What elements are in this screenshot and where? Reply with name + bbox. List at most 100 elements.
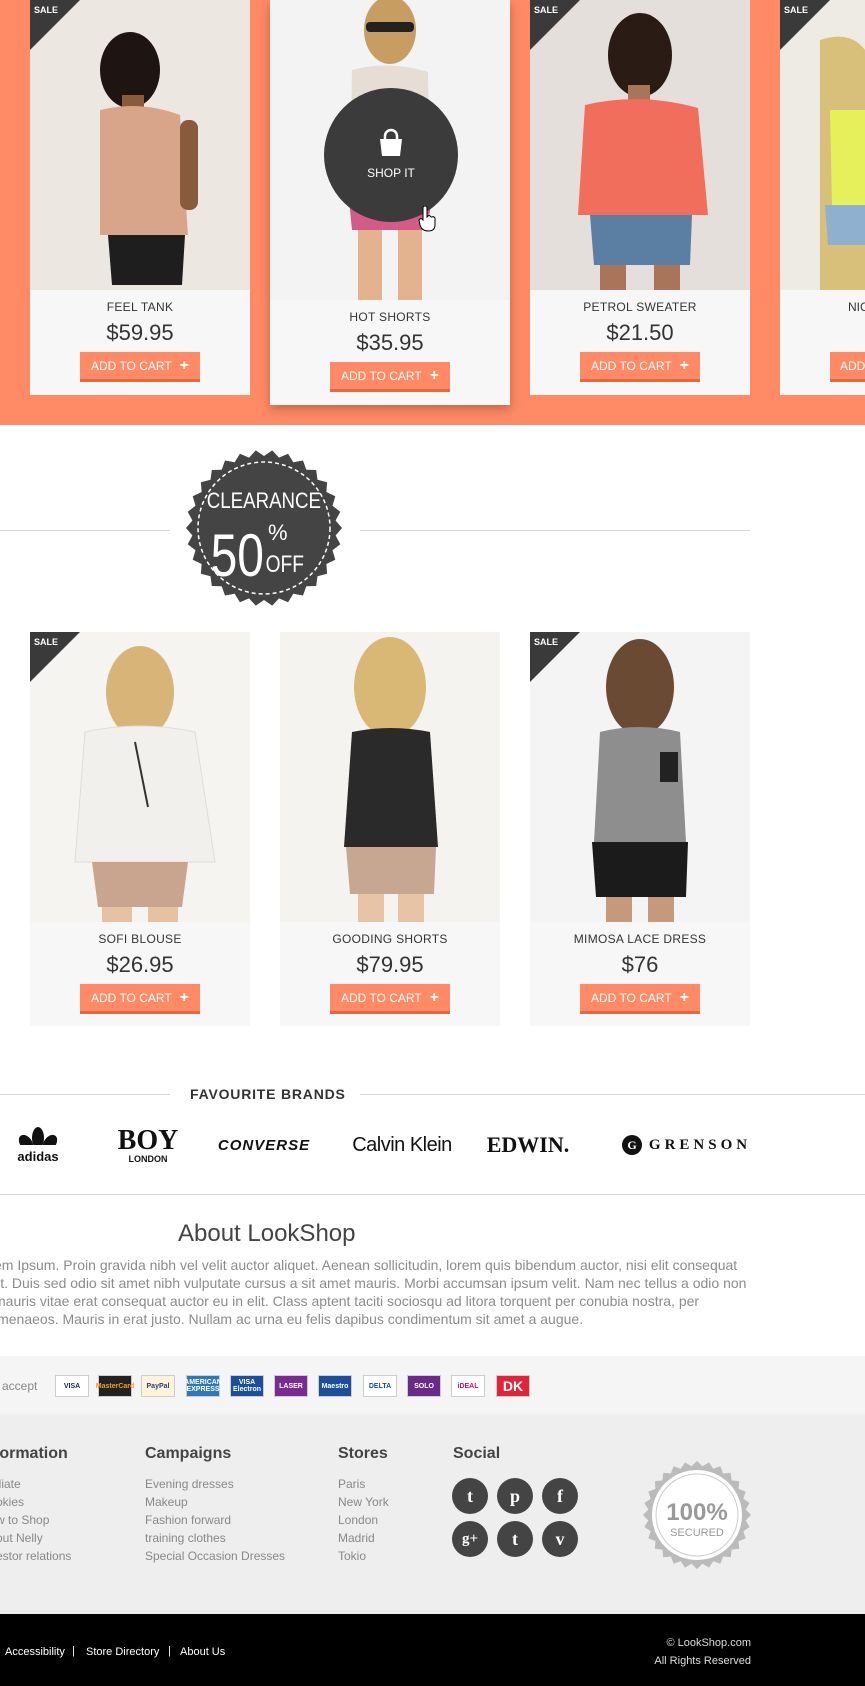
product-photo[interactable] bbox=[280, 632, 500, 922]
product-card-petrol-sweater[interactable]: SALE PETROL SWEATER $21.50 ADD TO CART + bbox=[530, 0, 750, 395]
product-name: GOODING SHORTS bbox=[332, 932, 448, 946]
clearance-off: OFF bbox=[266, 550, 304, 578]
add-to-cart-label: ADD TO CART bbox=[590, 358, 672, 373]
product-price: $35.95 bbox=[356, 330, 424, 355]
brand-logo-converse[interactable]: CONVERSE bbox=[218, 1122, 310, 1168]
paypal-icon: PayPal bbox=[141, 1375, 175, 1397]
add-to-cart-label: ADD TO CART bbox=[340, 368, 422, 383]
london-wordmark: LONDON bbox=[128, 1153, 168, 1164]
product-card-mimosa-lace-dress[interactable]: SALE MIMOSA LACE DRESS $76 ADD TO CART + bbox=[530, 632, 750, 1026]
add-to-cart-button[interactable]: ADD TO CART + bbox=[330, 362, 450, 392]
plus-icon: + bbox=[679, 988, 690, 1006]
product-name: MIMOSA LACE DRESS bbox=[573, 932, 707, 946]
product-price: $26.95 bbox=[106, 952, 174, 977]
footer-link[interactable]: estor relations bbox=[0, 1549, 71, 1563]
payment-label: e accept bbox=[0, 1379, 38, 1393]
visa-electron-icon: VISA Electron bbox=[230, 1375, 264, 1397]
product-price: $21.50 bbox=[606, 320, 674, 345]
about-text: em Ipsum. Proin gravida nibh vel velit a… bbox=[0, 1257, 747, 1327]
clearance-word: CLEARANCE bbox=[207, 490, 321, 514]
footer-link[interactable]: training clothes bbox=[145, 1531, 226, 1545]
pinterest-icon[interactable]: p bbox=[497, 1478, 533, 1514]
footer-link[interactable]: London bbox=[338, 1513, 378, 1527]
boy-wordmark: BOY bbox=[117, 1124, 179, 1156]
product-name: NIC bbox=[848, 300, 865, 314]
add-to-cart-button[interactable]: ADD bbox=[830, 352, 865, 382]
product-price: $76 bbox=[621, 952, 659, 977]
copyright: © LookShop.com bbox=[666, 1637, 751, 1649]
divider-line bbox=[360, 530, 750, 531]
footer-link[interactable]: Paris bbox=[338, 1477, 365, 1491]
footer-link[interactable]: Fashion forward bbox=[145, 1513, 231, 1527]
link-separator: | bbox=[72, 1645, 75, 1657]
plus-icon: + bbox=[429, 988, 440, 1006]
secured-percent: 100% bbox=[666, 1499, 727, 1526]
footer-link[interactable]: iliate bbox=[0, 1477, 21, 1491]
footer-link[interactable]: Evening dresses bbox=[145, 1477, 234, 1491]
brand-logo-adidas[interactable]: adidas bbox=[8, 1122, 68, 1168]
clearance-percent: % bbox=[268, 520, 288, 545]
product-card-sofi-blouse[interactable]: SALE SOFI BLOUSE $26.95 ADD TO CART + bbox=[30, 632, 250, 1026]
product-name: SOFI BLOUSE bbox=[98, 932, 182, 946]
add-to-cart-button[interactable]: ADD TO CART + bbox=[80, 984, 200, 1014]
footer-link[interactable]: okies bbox=[0, 1495, 24, 1509]
tumblr-icon[interactable]: t bbox=[497, 1521, 533, 1557]
secured-seal: 100% SECURED bbox=[642, 1460, 752, 1570]
brand-logo-calvin-klein[interactable]: Calvin Klein bbox=[350, 1122, 454, 1168]
footer-link[interactable]: Tokio bbox=[338, 1549, 366, 1563]
facebook-icon[interactable]: f bbox=[542, 1478, 578, 1514]
footer-link[interactable]: New York bbox=[338, 1495, 389, 1509]
footer-link[interactable]: out Nelly bbox=[0, 1531, 43, 1545]
add-to-cart-button[interactable]: ADD TO CART + bbox=[580, 984, 700, 1014]
footer-link[interactable]: Makeup bbox=[145, 1495, 188, 1509]
footer-link[interactable]: Special Occasion Dresses bbox=[145, 1549, 285, 1563]
google-plus-icon[interactable]: g+ bbox=[452, 1521, 488, 1557]
sale-corner: SALE bbox=[530, 632, 580, 682]
solo-icon: SOLO bbox=[407, 1375, 441, 1397]
store-directory-link[interactable]: Store Directory bbox=[86, 1646, 159, 1658]
brand-logo-edwin[interactable]: EDWIN. bbox=[487, 1122, 570, 1168]
product-card-partial[interactable]: SALE NIC ADD bbox=[780, 0, 865, 395]
adidas-trefoil-icon bbox=[16, 1126, 60, 1149]
accessibility-link[interactable]: Accessibility bbox=[5, 1646, 65, 1658]
shop-it-button[interactable]: SHOP IT bbox=[324, 88, 458, 222]
clearance-amount: 50 bbox=[211, 522, 264, 589]
add-to-cart-label: ADD TO CART bbox=[340, 990, 422, 1005]
footer-link[interactable]: Madrid bbox=[338, 1531, 375, 1545]
sale-corner: SALE bbox=[780, 0, 830, 50]
shop-it-label: SHOP IT bbox=[367, 166, 415, 180]
mastercard-icon: MasterCard bbox=[96, 1375, 134, 1397]
plus-icon: + bbox=[179, 356, 190, 374]
sale-corner: SALE bbox=[30, 632, 80, 682]
svg-text:G: G bbox=[627, 1138, 636, 1152]
ideal-icon: iDEAL bbox=[451, 1375, 485, 1397]
twitter-icon[interactable]: t bbox=[452, 1478, 488, 1514]
footer-link[interactable]: w to Shop bbox=[0, 1513, 49, 1527]
plus-icon: + bbox=[179, 988, 190, 1006]
sale-corner: SALE bbox=[530, 0, 580, 50]
product-card-gooding-shorts[interactable]: GOODING SHORTS $79.95 ADD TO CART + bbox=[280, 632, 500, 1026]
footer-heading-campaigns: Campaigns bbox=[145, 1445, 232, 1462]
product-name: FEEL TANK bbox=[106, 300, 174, 314]
divider-line bbox=[0, 1194, 865, 1195]
vimeo-icon[interactable]: v bbox=[542, 1521, 578, 1557]
divider-line bbox=[360, 1094, 865, 1095]
plus-icon: + bbox=[429, 366, 440, 384]
adidas-wordmark: adidas bbox=[17, 1148, 59, 1164]
product-price: $59.95 bbox=[106, 320, 174, 345]
footer-heading-stores: Stores bbox=[338, 1445, 388, 1462]
add-to-cart-button[interactable]: ADD TO CART + bbox=[80, 352, 200, 382]
product-card-feel-tank[interactable]: SALE FEEL TANK $59.95 ADD TO CART + bbox=[30, 0, 250, 395]
dankort-icon: DK bbox=[496, 1375, 530, 1397]
brands-title: FAVOURITE BRANDS bbox=[190, 1086, 346, 1102]
delta-icon: DELTA bbox=[363, 1375, 397, 1397]
add-to-cart-label: ADD TO CART bbox=[90, 990, 172, 1005]
brand-logo-grenson[interactable]: G GRENSON bbox=[616, 1122, 756, 1168]
grenson-wordmark: GRENSON bbox=[648, 1136, 752, 1153]
brand-logo-boy-london[interactable]: BOY LONDON bbox=[117, 1122, 179, 1168]
maestro-icon: Maestro bbox=[318, 1375, 352, 1397]
add-to-cart-button[interactable]: ADD TO CART + bbox=[330, 984, 450, 1014]
about-us-link[interactable]: About Us bbox=[180, 1646, 225, 1658]
laser-icon: LASER bbox=[274, 1375, 308, 1397]
add-to-cart-button[interactable]: ADD TO CART + bbox=[580, 352, 700, 382]
